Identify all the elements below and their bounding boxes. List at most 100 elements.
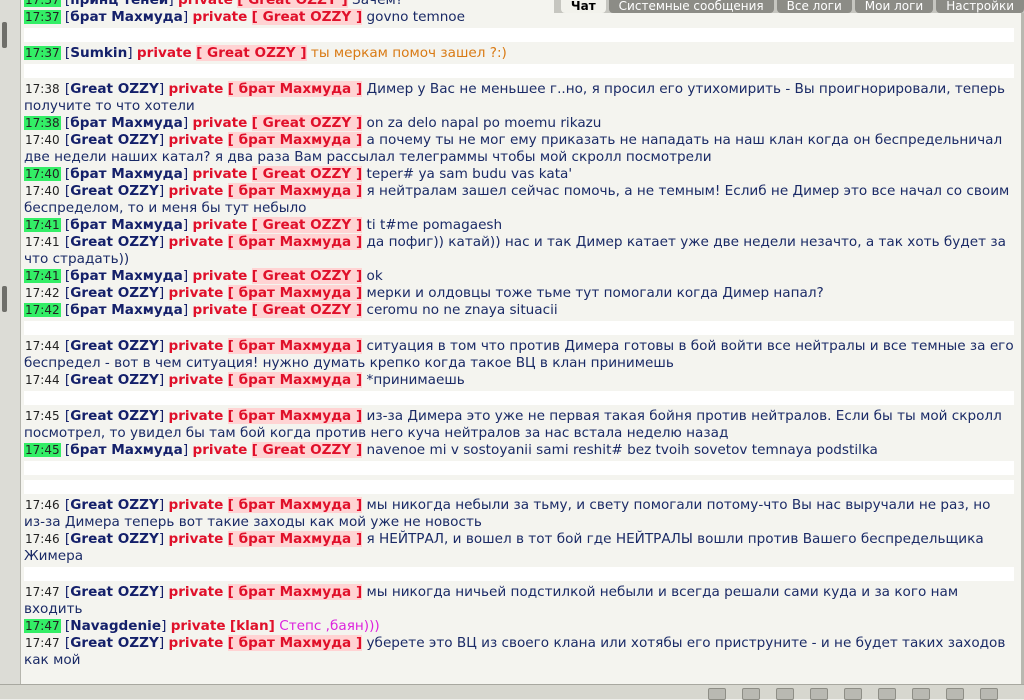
toolbar-button-icon[interactable] <box>878 688 896 700</box>
private-label: private <box>168 81 224 97</box>
sender-name[interactable]: Great OZZY <box>70 132 159 148</box>
recipient-name[interactable]: [ брат Махмуда ] <box>227 531 363 547</box>
recipient-name[interactable]: [ брат Махмуда ] <box>227 81 363 97</box>
chat-log: 17:37 [принц теней] private [ Great OZZY… <box>21 0 1021 685</box>
bracket-close: ] <box>158 497 165 513</box>
recipient-name[interactable]: [ Great OZZY ] <box>251 217 363 233</box>
recipient-name[interactable]: [ Great OZZY ] <box>251 302 363 318</box>
sender-name[interactable]: Great OZZY <box>70 584 159 600</box>
message-time: 17:41 <box>24 269 61 283</box>
toolbar-button-icon[interactable] <box>980 688 998 700</box>
recipient-name[interactable]: [ брат Махмуда ] <box>227 584 363 600</box>
message-time: 17:45 <box>24 443 61 457</box>
message-text: ты меркам помоч зашел ?:) <box>310 45 507 61</box>
recipient-name[interactable]: [ брат Махмуда ] <box>227 497 363 513</box>
tab-system-messages[interactable]: Системные сообщения <box>608 0 774 13</box>
bracket-close: ] <box>182 9 189 25</box>
recipient-text: Great OZZY <box>262 115 352 131</box>
message-time: 17:46 <box>25 532 60 546</box>
recipient-name[interactable]: [ брат Махмуда ] <box>227 285 363 301</box>
toolbar-button-icon[interactable] <box>912 688 930 700</box>
row-separator <box>24 461 1014 475</box>
recipient-name[interactable]: [ Great OZZY ] <box>251 268 363 284</box>
sender-name[interactable]: Great OZZY <box>70 372 159 388</box>
recipient-text: брат Махмуда <box>238 584 352 600</box>
recipient-name[interactable]: [ брат Махмуда ] <box>227 635 363 651</box>
recipient-name[interactable]: [ Great OZZY ] <box>251 115 363 131</box>
empty-message-row <box>24 567 1014 584</box>
bracket-close: ] <box>168 0 174 8</box>
sender-name[interactable]: брат Махмуда <box>70 115 183 131</box>
toolbar-button-icon[interactable] <box>844 688 862 700</box>
recipient-name[interactable]: [ брат Махмуда ] <box>227 408 363 424</box>
recipient-name[interactable]: [klan] <box>230 618 275 634</box>
row-separator <box>24 480 1014 494</box>
toolbar-button-icon[interactable] <box>776 688 794 700</box>
sender-name[interactable]: Great OZZY <box>70 285 159 301</box>
sender-name[interactable]: брат Махмуда <box>70 9 183 25</box>
collapse-handle-top[interactable] <box>2 22 7 48</box>
sender-name[interactable]: Great OZZY <box>70 408 159 424</box>
message-time: 17:40 <box>24 167 61 181</box>
message-time: 17:42 <box>25 286 60 300</box>
recipient-text: брат Махмуда <box>238 497 352 513</box>
chat-message: 17:41 [брат Махмуда] private [ Great OZZ… <box>24 217 1014 234</box>
private-label: private <box>168 531 224 547</box>
recipient-name[interactable]: [ Great OZZY ] <box>237 0 348 8</box>
tab-settings[interactable]: Настройки <box>936 0 1024 13</box>
recipient-name[interactable]: [ брат Махмуда ] <box>227 132 363 148</box>
message-time: 17:47 <box>24 619 61 633</box>
message-text: govno temnoe <box>366 9 465 25</box>
sender-name[interactable]: Great OZZY <box>70 635 159 651</box>
private-label: private <box>192 9 248 25</box>
message-text: Зачем? <box>352 0 403 8</box>
recipient-name[interactable]: [ Great OZZY ] <box>251 166 363 182</box>
recipient-name[interactable]: [ брат Махмуда ] <box>227 372 363 388</box>
private-label: private <box>192 268 248 284</box>
bracket-close: ] <box>158 234 165 250</box>
message-text: on za delo napal po moemu rikazu <box>366 115 602 131</box>
collapse-handle-middle[interactable] <box>2 286 7 312</box>
recipient-name[interactable]: [ брат Махмуда ] <box>227 338 363 354</box>
private-label: private <box>168 372 224 388</box>
message-time: 17:47 <box>25 636 60 650</box>
recipient-name[interactable]: [ брат Махмуда ] <box>227 234 363 250</box>
sender-name[interactable]: Great OZZY <box>70 183 159 199</box>
sender-name[interactable]: принц теней <box>70 0 168 8</box>
tab-my-logs[interactable]: Мои логи <box>854 0 934 13</box>
sender-name[interactable]: Great OZZY <box>70 81 159 97</box>
chat-message: 17:46 [Great OZZY] private [ брат Махмуд… <box>24 497 1014 531</box>
toolbar-button-icon[interactable] <box>742 688 760 700</box>
chat-message: 17:41 [брат Махмуда] private [ Great OZZ… <box>24 268 1014 285</box>
toolbar-button-icon[interactable] <box>708 688 726 700</box>
sender-name[interactable]: брат Махмуда <box>70 268 183 284</box>
sender-name[interactable]: Sumkin <box>70 45 127 61</box>
recipient-text: Great OZZY <box>262 442 352 458</box>
chat-message: 17:46 [Great OZZY] private [ брат Махмуд… <box>24 531 1014 565</box>
recipient-text: Great OZZY <box>262 217 352 233</box>
sender-name[interactable]: Great OZZY <box>70 497 159 513</box>
sender-name[interactable]: брат Махмуда <box>70 442 183 458</box>
sender-name[interactable]: Great OZZY <box>70 531 159 547</box>
chat-message: 17:42 [брат Махмуда] private [ Great OZZ… <box>24 302 1014 319</box>
bracket-close: ] <box>158 81 165 97</box>
recipient-text: Great OZZY <box>262 9 352 25</box>
sender-name[interactable]: брат Махмуда <box>70 166 183 182</box>
tab-chat[interactable]: Чат <box>560 0 606 13</box>
recipient-name[interactable]: [ брат Махмуда ] <box>227 183 363 199</box>
sender-name[interactable]: Great OZZY <box>70 234 159 250</box>
private-label: private <box>168 408 224 424</box>
sender-name[interactable]: Navagdenie <box>70 618 161 634</box>
sender-name[interactable]: брат Махмуда <box>70 302 183 318</box>
tab-all-logs[interactable]: Все логи <box>776 0 852 13</box>
toolbar-button-icon[interactable] <box>810 688 828 700</box>
sender-name[interactable]: Great OZZY <box>70 338 159 354</box>
recipient-name[interactable]: [ Great OZZY ] <box>196 45 307 61</box>
tab-bar: Чат Системные сообщения Все логи Мои лог… <box>553 0 1024 13</box>
chat-message: 17:42 [Great OZZY] private [ брат Махмуд… <box>24 285 1014 302</box>
recipient-name[interactable]: [ Great OZZY ] <box>251 9 363 25</box>
toolbar-button-icon[interactable] <box>946 688 964 700</box>
recipient-name[interactable]: [ Great OZZY ] <box>251 442 363 458</box>
sender-name[interactable]: брат Махмуда <box>70 217 183 233</box>
private-label: private <box>168 635 224 651</box>
